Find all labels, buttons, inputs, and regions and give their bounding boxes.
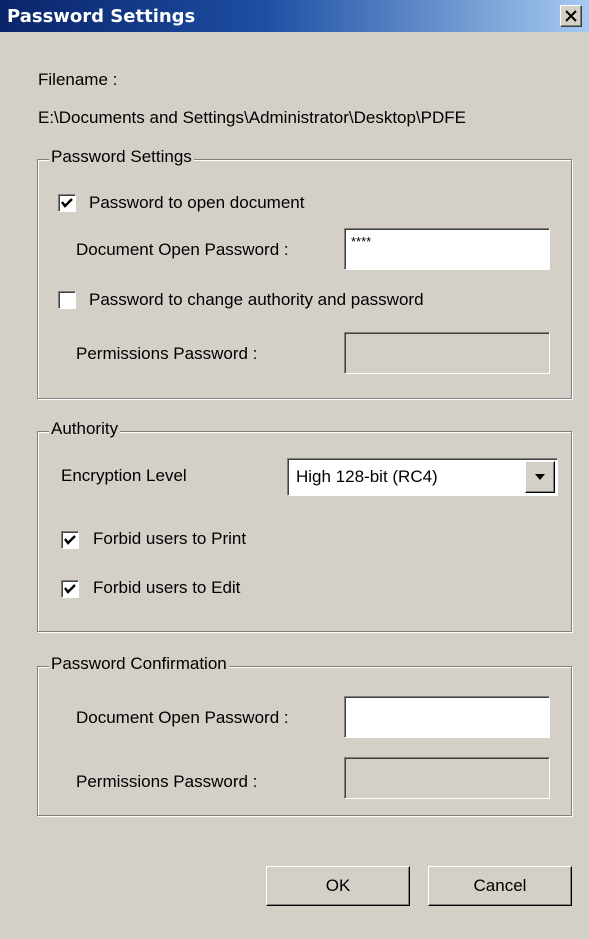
password-confirmation-legend: Password Confirmation [49,654,229,674]
window-title: Password Settings [7,6,196,27]
document-open-password-label: Document Open Password : [76,240,289,259]
checkmark-icon [64,535,76,545]
chevron-down-icon [535,474,545,480]
open-password-checkbox-label[interactable]: Password to open document [89,193,304,213]
change-authority-checkbox-label[interactable]: Password to change authority and passwor… [89,290,424,310]
permissions-password-field[interactable] [344,332,550,374]
cancel-button[interactable]: Cancel [428,866,572,906]
forbid-edit-checkbox[interactable] [61,580,79,598]
confirm-open-password-label: Document Open Password : [76,708,289,727]
open-password-checkbox[interactable] [58,194,76,212]
permissions-password-label: Permissions Password : [76,344,258,363]
close-icon [565,10,577,22]
checkmark-icon [64,584,76,594]
encryption-level-label: Encryption Level [61,466,187,485]
document-open-password-field[interactable]: **** [344,228,550,270]
password-settings-legend: Password Settings [49,147,194,167]
authority-legend: Authority [49,419,121,439]
change-authority-checkbox[interactable] [58,291,76,309]
forbid-print-checkbox[interactable] [61,531,79,549]
encryption-dropdown-button[interactable] [525,461,555,493]
confirm-permissions-password-field[interactable] [344,757,550,799]
forbid-edit-label[interactable]: Forbid users to Edit [93,578,240,598]
checkmark-icon [61,198,73,208]
filename-path: E:\Documents and Settings\Administrator\… [38,108,467,127]
encryption-level-value: High 128-bit (RC4) [296,467,438,486]
document-open-password-value: **** [351,234,372,249]
close-button[interactable] [560,5,582,27]
ok-button[interactable]: OK [266,866,410,906]
confirm-open-password-field[interactable] [344,696,550,738]
encryption-level-select[interactable]: High 128-bit (RC4) [287,458,558,496]
filename-label: Filename : [38,70,118,89]
confirm-permissions-password-label: Permissions Password : [76,772,258,791]
forbid-print-label[interactable]: Forbid users to Print [93,529,246,549]
